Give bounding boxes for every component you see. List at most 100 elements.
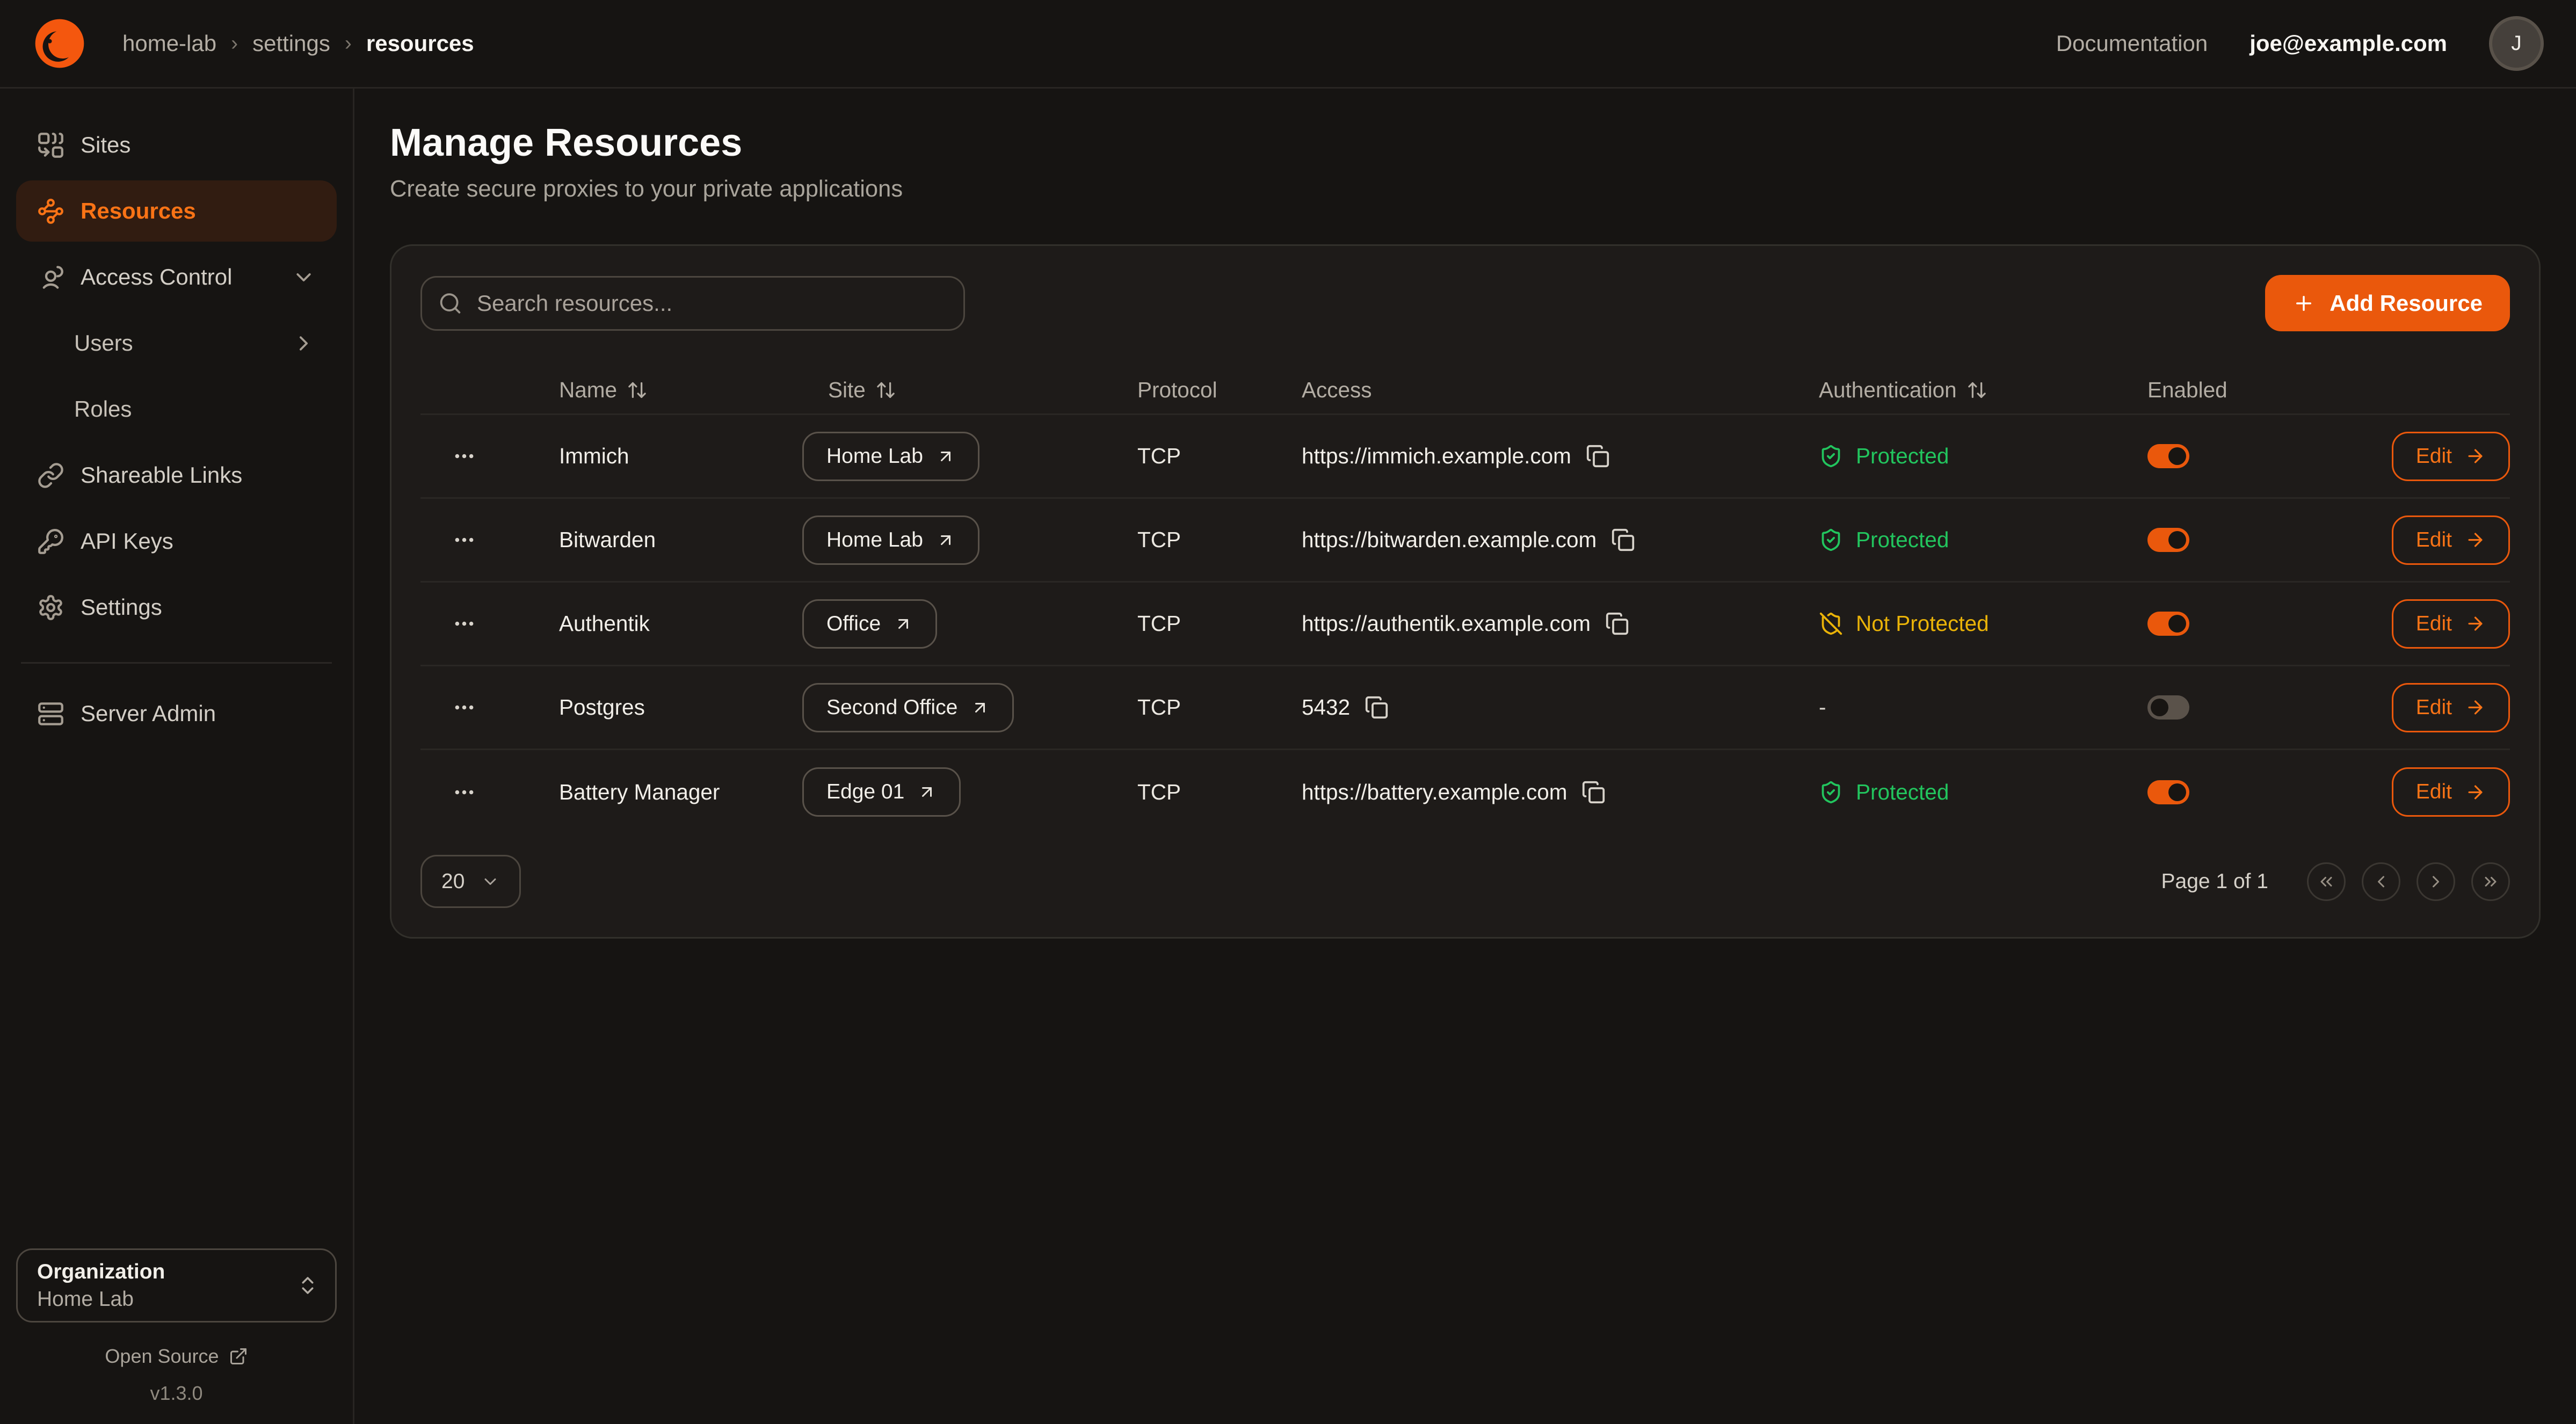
sidebar-item-label: Shareable Links: [81, 462, 242, 488]
open-source-link[interactable]: Open Source: [16, 1345, 337, 1368]
sidebar-item-sites[interactable]: Sites: [16, 114, 337, 176]
next-page-button[interactable]: [2417, 862, 2455, 901]
column-header-site[interactable]: Site: [802, 377, 1137, 403]
sidebar-item-users[interactable]: Users: [16, 313, 337, 374]
site-link-button[interactable]: Second Office: [802, 683, 1014, 732]
users-icon: [37, 264, 64, 291]
resource-name: Postgres: [533, 695, 802, 720]
site-link-button[interactable]: Home Lab: [802, 515, 979, 565]
chevron-right-icon: [2426, 872, 2446, 891]
edit-button[interactable]: Edit: [2392, 767, 2510, 817]
toggle-knob: [2168, 615, 2186, 633]
enabled-toggle[interactable]: [2147, 528, 2189, 552]
copy-button[interactable]: [1365, 695, 1390, 721]
shield-off-icon: [1819, 612, 1843, 636]
sidebar-item-access-control[interactable]: Access Control: [16, 246, 337, 308]
copy-button[interactable]: [1605, 611, 1631, 637]
site-link-button[interactable]: Edge 01: [802, 767, 961, 817]
copy-button[interactable]: [1581, 779, 1607, 805]
table-row: Battery Manager Edge 01 TCP https://batt…: [420, 750, 2510, 834]
first-page-button[interactable]: [2307, 862, 2346, 901]
page-title: Manage Resources: [390, 121, 2541, 165]
site-link-button[interactable]: Home Lab: [802, 432, 979, 481]
toggle-knob: [2151, 699, 2168, 716]
enabled-toggle[interactable]: [2147, 444, 2189, 468]
shield-check-icon: [1819, 444, 1843, 468]
sort-icon: [875, 380, 896, 401]
search-input[interactable]: [420, 276, 965, 331]
documentation-link[interactable]: Documentation: [2056, 31, 2208, 56]
last-page-button[interactable]: [2471, 862, 2510, 901]
column-header-enabled: Enabled: [2147, 377, 2376, 403]
page-size-value: 20: [441, 870, 465, 893]
table-row: Immich Home Lab TCP https://immich.examp…: [420, 415, 2510, 499]
resources-card: Add Resource Name Site Protocol Access A…: [390, 244, 2541, 939]
column-header-name[interactable]: Name: [533, 377, 802, 403]
site-link-label: Second Office: [826, 696, 957, 720]
auth-status: Protected: [1819, 444, 2147, 469]
sidebar-item-settings[interactable]: Settings: [16, 577, 337, 638]
edit-button[interactable]: Edit: [2392, 515, 2510, 565]
row-menu-button[interactable]: [441, 522, 487, 558]
auth-label: Protected: [1856, 444, 1949, 469]
plus-icon: [2292, 292, 2315, 315]
site-link-label: Home Lab: [826, 445, 923, 468]
column-header-authentication[interactable]: Authentication: [1819, 377, 2147, 403]
chevron-right-icon: [292, 331, 316, 355]
protocol-label: TCP: [1137, 444, 1302, 469]
prev-page-button[interactable]: [2362, 862, 2400, 901]
arrow-up-right-icon: [970, 698, 990, 717]
edit-button[interactable]: Edit: [2392, 683, 2510, 732]
chevrons-right-icon: [2481, 872, 2500, 891]
add-resource-button[interactable]: Add Resource: [2265, 275, 2510, 331]
edit-button-label: Edit: [2416, 780, 2452, 804]
sidebar-item-roles[interactable]: Roles: [16, 379, 337, 440]
sidebar-item-label: Sites: [81, 132, 130, 158]
sidebar-item-shareable-links[interactable]: Shareable Links: [16, 445, 337, 506]
breadcrumb-item-org[interactable]: home-lab: [122, 31, 216, 56]
auth-status: Protected: [1819, 527, 2147, 553]
sidebar-item-api-keys[interactable]: API Keys: [16, 511, 337, 572]
add-resource-label: Add Resource: [2330, 290, 2483, 316]
access-value: https://battery.example.com: [1302, 780, 1567, 805]
site-link-button[interactable]: Office: [802, 599, 937, 649]
sidebar-item-server-admin[interactable]: Server Admin: [16, 683, 337, 744]
page-size-select[interactable]: 20: [420, 855, 521, 908]
chevrons-left-icon: [2317, 872, 2336, 891]
row-menu-button[interactable]: [441, 606, 487, 642]
enabled-toggle[interactable]: [2147, 780, 2189, 804]
auth-label: Not Protected: [1856, 611, 1989, 636]
enabled-toggle[interactable]: [2147, 695, 2189, 720]
avatar[interactable]: J: [2489, 16, 2544, 71]
edit-button[interactable]: Edit: [2392, 599, 2510, 649]
sidebar-item-label: Users: [74, 330, 133, 356]
row-menu-button[interactable]: [441, 439, 487, 474]
app-logo-pangolin-icon[interactable]: [32, 16, 87, 71]
breadcrumb-item-settings[interactable]: settings: [252, 31, 330, 56]
key-icon: [37, 528, 64, 555]
enabled-toggle[interactable]: [2147, 612, 2189, 636]
copy-button[interactable]: [1611, 527, 1637, 553]
site-link-label: Office: [826, 612, 881, 636]
sort-icon: [627, 380, 648, 401]
chevron-down-icon: [481, 872, 500, 891]
edit-button-label: Edit: [2416, 528, 2452, 552]
copy-button[interactable]: [1586, 444, 1612, 469]
org-selector[interactable]: Organization Home Lab: [16, 1248, 337, 1323]
row-menu-button[interactable]: [441, 774, 487, 810]
row-menu-button[interactable]: [441, 690, 487, 725]
protocol-label: TCP: [1137, 527, 1302, 553]
arrow-right-icon: [2465, 529, 2486, 550]
chevrons-up-down-icon: [296, 1274, 319, 1297]
access-value: https://bitwarden.example.com: [1302, 527, 1597, 553]
access-value: https://authentik.example.com: [1302, 611, 1591, 636]
chevron-left-icon: [2371, 872, 2391, 891]
edit-button[interactable]: Edit: [2392, 432, 2510, 481]
sidebar-item-resources[interactable]: Resources: [16, 180, 337, 242]
table-row: Authentik Office TCP https://authentik.e…: [420, 583, 2510, 666]
topbar: home-lab › settings › resources Document…: [0, 0, 2576, 89]
table-row: Postgres Second Office TCP 5432 - Edit: [420, 666, 2510, 750]
waypoints-icon: [37, 198, 64, 225]
protocol-label: TCP: [1137, 611, 1302, 636]
user-email[interactable]: joe@example.com: [2250, 31, 2447, 56]
